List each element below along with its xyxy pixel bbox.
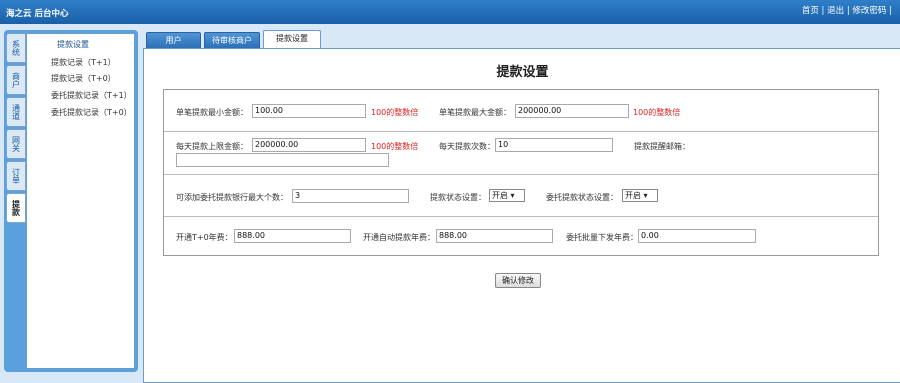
auto-fee-input[interactable]: 888.00 bbox=[436, 229, 553, 243]
page-title: 提款设置 bbox=[496, 65, 549, 80]
max-amount-input[interactable]: 200000.00 bbox=[515, 104, 629, 118]
form-row: 单笔提款最小金额： 100.00 100的整数倍 单笔提款最大金额： 20000… bbox=[164, 90, 878, 132]
t0-fee-label: 开通T+0年费： bbox=[176, 233, 233, 242]
max-amount-label: 单笔提款最大金额： bbox=[439, 108, 511, 117]
main-area: 用户 待审核商户 提款设置 提款设置 单笔提款最小金额： 100.00 100的… bbox=[143, 30, 900, 383]
vtab-system[interactable]: 系统 bbox=[6, 33, 26, 63]
auto-fee-label: 开通自动提款年费： bbox=[363, 233, 435, 242]
separator: | bbox=[889, 6, 892, 16]
app-logo: 海之云 后台中心 bbox=[6, 9, 69, 19]
menu-title[interactable]: 提款设置 bbox=[57, 39, 89, 50]
vtab-withdraw[interactable]: 提款 bbox=[6, 193, 26, 223]
vtab-merchant[interactable]: 商户 bbox=[6, 65, 26, 95]
daily-limit-input[interactable]: 200000.00 bbox=[252, 138, 366, 152]
vtab-channel[interactable]: 通道 bbox=[6, 97, 26, 127]
home-link[interactable]: 首页 bbox=[802, 6, 819, 16]
side-menu: 提款设置 提款记录（T+1） 提款记录（T+0） 委托提款记录（T+1） 委托提… bbox=[26, 33, 135, 369]
top-bar: 海之云 后台中心 首页 | 退出 | 修改密码 | bbox=[0, 0, 900, 24]
menu-item[interactable]: 提款记录（T+1） bbox=[51, 57, 116, 68]
form-row: 每天提款上限金额： 200000.00 100的整数倍 每天提款次数： 10 提… bbox=[164, 132, 878, 175]
entrust-status-label: 委托提款状态设置： bbox=[546, 193, 618, 202]
daily-times-input[interactable]: 10 bbox=[495, 138, 613, 152]
daily-limit-label: 每天提款上限金额： bbox=[176, 142, 248, 151]
submit-button[interactable]: 确认修改 bbox=[495, 273, 541, 288]
batch-fee-label: 委托批量下发年费： bbox=[566, 233, 638, 242]
max-amount-hint: 100的整数倍 bbox=[633, 108, 681, 117]
entrust-status-select[interactable]: 开启 ▾ bbox=[622, 189, 658, 202]
daily-times-label: 每天提款次数： bbox=[439, 142, 495, 151]
menu-item[interactable]: 委托提款记录（T+1） bbox=[51, 90, 132, 101]
batch-fee-input[interactable]: 0.00 bbox=[638, 229, 756, 243]
min-amount-hint: 100的整数倍 bbox=[371, 108, 419, 117]
form-row: 开通T+0年费： 888.00 开通自动提款年费： 888.00 委托批量下发年… bbox=[164, 217, 878, 257]
menu-item[interactable]: 提款记录（T+0） bbox=[51, 73, 116, 84]
min-amount-label: 单笔提款最小金额： bbox=[176, 108, 248, 117]
separator: | bbox=[846, 6, 850, 16]
change-password-link[interactable]: 修改密码 bbox=[852, 6, 886, 16]
min-amount-input[interactable]: 100.00 bbox=[252, 104, 366, 118]
reminder-email-input[interactable] bbox=[176, 153, 389, 167]
daily-limit-hint: 100的整数倍 bbox=[371, 142, 419, 151]
form-row: 可添加委托提款银行最大个数： 3 提款状态设置： 开启 ▾ 委托提款状态设置： … bbox=[164, 175, 878, 217]
tab-withdraw-settings[interactable]: 提款设置 bbox=[263, 30, 321, 49]
max-banks-label: 可添加委托提款银行最大个数： bbox=[176, 193, 288, 202]
t0-fee-input[interactable]: 888.00 bbox=[234, 229, 351, 243]
logout-link[interactable]: 退出 bbox=[827, 6, 844, 16]
withdraw-status-select[interactable]: 开启 ▾ bbox=[489, 189, 525, 202]
tab-users[interactable]: 用户 bbox=[146, 32, 201, 49]
separator: | bbox=[821, 6, 825, 16]
menu-item[interactable]: 委托提款记录（T+0） bbox=[51, 107, 132, 118]
content-panel: 提款设置 单笔提款最小金额： 100.00 100的整数倍 单笔提款最大金额： … bbox=[143, 48, 900, 383]
reminder-email-label: 提款提醒邮箱： bbox=[634, 142, 690, 151]
withdraw-status-label: 提款状态设置： bbox=[430, 193, 486, 202]
vtab-gateway[interactable]: 网关 bbox=[6, 129, 26, 159]
tab-pending-merchants[interactable]: 待审核商户 bbox=[204, 32, 260, 49]
vtab-order[interactable]: 订单 bbox=[6, 161, 26, 191]
vertical-tabs: 系统 商户 通道 网关 订单 提款 bbox=[6, 33, 28, 225]
settings-form: 单笔提款最小金额： 100.00 100的整数倍 单笔提款最大金额： 20000… bbox=[163, 89, 879, 256]
max-banks-input[interactable]: 3 bbox=[292, 189, 409, 203]
top-links: 首页 | 退出 | 修改密码 | bbox=[802, 4, 892, 16]
